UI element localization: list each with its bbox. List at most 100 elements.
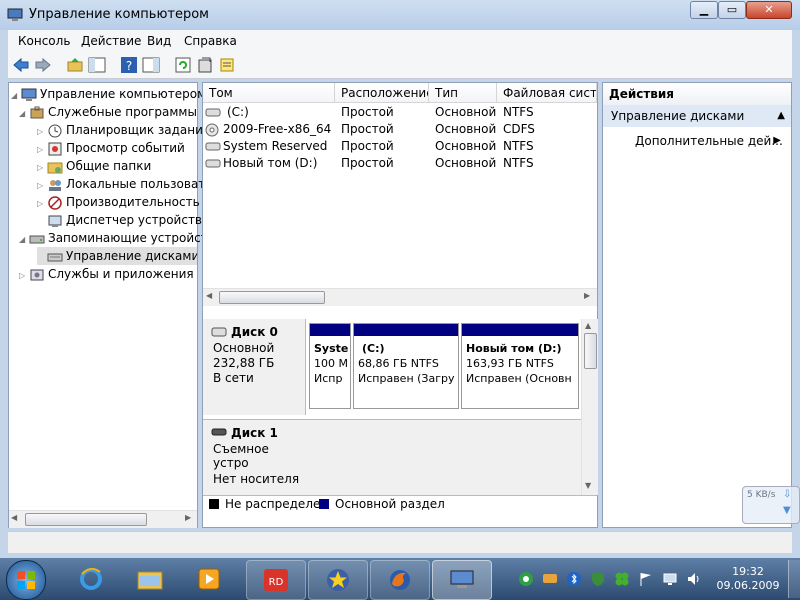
tree-item-computer-management[interactable]: ◢ Управление компьютером (л (11, 85, 222, 103)
table-row[interactable]: System Reserved Простой Основной NTFS (203, 138, 597, 155)
menu-help[interactable]: Справка (184, 34, 237, 48)
scroll-right-icon[interactable]: ▶ (584, 291, 590, 300)
disk-map-vertical-scrollbar[interactable]: ▲ ▼ (581, 319, 598, 495)
taskbar-computer-management[interactable] (432, 560, 492, 600)
close-button[interactable]: ✕ (746, 1, 792, 19)
volume-list-horizontal-scrollbar[interactable]: ◀ ▶ (203, 288, 597, 306)
tree-item-disk-management[interactable]: Управление дисками (37, 247, 197, 265)
computer-management-icon (7, 8, 23, 21)
back-arrow-icon[interactable] (12, 56, 30, 74)
clock-date: 09.06.2009 (716, 579, 780, 592)
disk-1-label[interactable]: Диск 1 Съемное устро Нет носителя (203, 419, 306, 496)
scroll-down-icon[interactable]: ▼ (783, 505, 791, 516)
scroll-thumb[interactable] (219, 291, 325, 304)
table-row[interactable]: (C:) Простой Основной NTFS (203, 104, 597, 121)
expand-arrow-icon[interactable]: ▷ (37, 195, 47, 211)
tree-item-system-tools[interactable]: ◢ Служебные программы (19, 103, 197, 121)
collapse-arrow-icon[interactable]: ◢ (19, 231, 29, 247)
collapse-arrow-icon[interactable]: ◢ (19, 105, 29, 121)
tree-item-storage[interactable]: ◢ Запоминающие устройст (19, 229, 208, 247)
column-header-layout[interactable]: Расположение (335, 83, 429, 103)
tree-item-task-scheduler[interactable]: ▷ Планировщик заданий (37, 121, 211, 139)
tray-chat-icon[interactable] (542, 571, 558, 587)
expand-arrow-icon[interactable]: ▷ (19, 267, 29, 283)
tree-item-label: Управление дисками (66, 249, 197, 263)
tree-item-shared-folders[interactable]: ▷ Общие папки (37, 157, 151, 175)
expand-arrow-icon[interactable]: ▷ (37, 141, 47, 157)
export-list-icon[interactable] (218, 56, 236, 74)
firefox-icon (390, 570, 410, 590)
maximize-button[interactable]: ▭ (718, 1, 746, 19)
forward-arrow-icon[interactable] (34, 56, 52, 74)
minimize-button[interactable]: ▁ (690, 1, 718, 19)
network-meter-gadget[interactable]: 5 KB/s ⇩ ▼ (742, 486, 800, 524)
scroll-left-icon[interactable]: ◀ (206, 291, 212, 300)
scroll-right-icon[interactable]: ▶ (185, 513, 191, 522)
scroll-left-icon[interactable]: ◀ (11, 513, 17, 522)
expand-arrow-icon[interactable]: ▷ (37, 177, 47, 193)
table-row[interactable]: Новый том (D:) Простой Основной NTFS (203, 155, 597, 172)
expand-arrow-icon[interactable]: ▷ (37, 123, 47, 139)
scroll-thumb[interactable] (584, 333, 597, 369)
refresh-icon[interactable] (174, 56, 192, 74)
taskbar-explorer[interactable] (120, 560, 178, 598)
tray-security-icon[interactable] (590, 571, 606, 587)
scroll-thumb[interactable] (25, 513, 147, 526)
taskbar-internet-explorer[interactable] (62, 560, 120, 598)
cell-filesystem: NTFS (503, 139, 534, 153)
partition-status: Исправен (Основн (466, 372, 572, 385)
taskbar-firefox[interactable] (370, 560, 430, 600)
tray-bluetooth-icon[interactable] (566, 571, 582, 587)
tray-clover-icon[interactable] (614, 571, 630, 587)
column-header-filesystem[interactable]: Файловая систем (497, 83, 597, 103)
download-arrow-icon: ⇩ (783, 489, 792, 500)
tree-horizontal-scrollbar[interactable]: ◀ ▶ (9, 510, 197, 528)
actions-section-disk-management[interactable]: Управление дисками ▲ (603, 105, 791, 127)
help-icon[interactable]: ? (120, 56, 138, 74)
tree-item-device-manager[interactable]: Диспетчер устройств (37, 211, 202, 229)
start-button[interactable] (6, 560, 46, 600)
disk-0-label[interactable]: Диск 0 Основной 232,88 ГБ В сети (203, 319, 306, 415)
system-clock[interactable]: 19:32 09.06.2009 (712, 565, 784, 593)
tray-network-status-icon[interactable] (518, 571, 534, 587)
rd-app-icon: RD (264, 569, 288, 591)
drive-icon (205, 159, 221, 168)
column-header-type[interactable]: Тип (429, 83, 497, 103)
event-viewer-icon (48, 142, 62, 155)
partition-d[interactable]: Новый том (D:) 163,93 ГБ NTFS Исправен (… (461, 323, 579, 409)
menu-action[interactable]: Действие (81, 34, 141, 48)
menu-console[interactable]: Консоль (18, 34, 70, 48)
taskbar-media-player[interactable] (180, 560, 238, 598)
partition-system-reserved[interactable]: Syste 100 М Испр (309, 323, 351, 409)
tray-network-icon[interactable] (662, 571, 678, 587)
expand-arrow-icon[interactable]: ▷ (37, 159, 47, 175)
partition-status: Исправен (Загру (358, 372, 455, 385)
up-folder-icon[interactable] (66, 56, 84, 74)
collapse-section-icon[interactable]: ▲ (777, 105, 785, 127)
legend-primary: Основной раздел (335, 497, 445, 511)
tray-action-center-flag-icon[interactable] (638, 571, 654, 587)
cell-volume: (C:) (227, 105, 249, 119)
scroll-up-icon[interactable]: ▲ (585, 321, 591, 330)
show-hide-action-pane-icon[interactable] (142, 56, 160, 74)
tree-item-performance[interactable]: ▷ Производительность (37, 193, 200, 211)
scroll-down-icon[interactable]: ▼ (585, 481, 591, 490)
disk-management-icon (47, 253, 63, 261)
partition-c[interactable]: (C:) 68,86 ГБ NTFS Исправен (Загру (353, 323, 459, 409)
menu-view[interactable]: Вид (147, 34, 171, 48)
taskbar-star-app[interactable] (308, 560, 368, 600)
column-header-volume[interactable]: Том (203, 83, 335, 103)
more-actions-item[interactable]: Дополнительные дей... ▶ (603, 131, 791, 151)
collapse-arrow-icon[interactable]: ◢ (11, 87, 21, 103)
show-hide-tree-icon[interactable] (88, 56, 106, 74)
tree-item-services-apps[interactable]: ▷ Службы и приложения (19, 265, 194, 283)
star-icon (327, 569, 349, 591)
title-bar[interactable]: Управление компьютером ▁ ▭ ✕ (0, 0, 800, 30)
tree-item-local-users[interactable]: ▷ Локальные пользовате (37, 175, 213, 193)
properties-icon[interactable] (196, 56, 214, 74)
show-desktop-button[interactable] (788, 560, 800, 598)
taskbar-rd-app[interactable]: RD (246, 560, 306, 600)
table-row[interactable]: 2009-Free-x86_64 (J:) Простой Основной C… (203, 121, 597, 138)
tray-volume-icon[interactable] (686, 571, 702, 587)
tree-item-event-viewer[interactable]: ▷ Просмотр событий (37, 139, 185, 157)
